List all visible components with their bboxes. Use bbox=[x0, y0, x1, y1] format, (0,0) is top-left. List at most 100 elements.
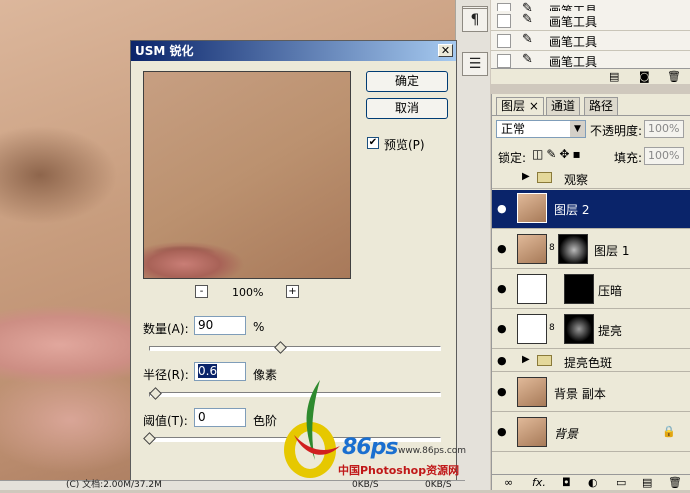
layer-name: 提亮 bbox=[598, 324, 623, 338]
eye-icon[interactable]: ● bbox=[497, 322, 507, 335]
layer-row[interactable]: ▶ 观察 bbox=[492, 167, 690, 189]
layers-toolbar: ∞ fx. ◘ ◐ ▭ ▤ 🗑 bbox=[492, 474, 690, 490]
layer-row[interactable]: ● 背景 副本 bbox=[492, 373, 690, 412]
fill-label: 填充: bbox=[614, 151, 643, 165]
tab-channels[interactable]: 通道 bbox=[546, 97, 581, 115]
new-group-icon[interactable]: ▭ bbox=[616, 476, 626, 489]
radius-unit: 像素 bbox=[253, 368, 278, 382]
opacity-input[interactable]: 100% bbox=[644, 120, 684, 138]
folder-icon bbox=[537, 172, 552, 183]
history-checkbox[interactable] bbox=[497, 54, 511, 68]
threshold-slider-thumb[interactable] bbox=[143, 432, 156, 445]
layer-row[interactable]: ● 压暗 bbox=[492, 270, 690, 309]
trash-icon[interactable]: 🗑 bbox=[668, 476, 682, 489]
status-text: (C) 文档:2.00M/37.2M bbox=[66, 480, 162, 490]
layer-thumbnail bbox=[517, 377, 547, 407]
history-toolbar: ▤ ◙ 🗑 bbox=[491, 68, 690, 84]
zoom-in-button[interactable]: + bbox=[286, 285, 299, 298]
layer-row-selected[interactable]: ● 图层 2 bbox=[492, 190, 690, 229]
brush-icon: ✎ bbox=[522, 32, 533, 47]
eye-icon[interactable]: ● bbox=[497, 425, 507, 438]
fx-icon[interactable]: fx. bbox=[532, 476, 546, 489]
link-icon: 8 bbox=[549, 323, 555, 333]
divider bbox=[492, 115, 690, 116]
layer-mask-thumbnail[interactable] bbox=[558, 234, 588, 264]
lock-label: 锁定: bbox=[498, 151, 527, 165]
eye-icon[interactable]: ● bbox=[497, 354, 507, 367]
expand-triangle-icon[interactable]: ▶ bbox=[522, 171, 530, 182]
link-icon: 8 bbox=[549, 243, 555, 253]
watermark-text: 中国Photoshop资源网 bbox=[338, 464, 460, 477]
threshold-unit: 色阶 bbox=[253, 414, 278, 428]
tab-layers[interactable]: 图层 × bbox=[496, 97, 544, 115]
layer-thumbnail bbox=[517, 193, 547, 223]
layer-row[interactable]: ● ▶ 提亮色斑 bbox=[492, 350, 690, 372]
history-item[interactable]: ✎ 画笔工具 bbox=[491, 11, 690, 31]
history-item[interactable]: ✎ 画笔工具 bbox=[491, 31, 690, 51]
threshold-label: 阈值(T): bbox=[143, 414, 188, 428]
lock-icons[interactable]: ◫✎✥▪ bbox=[532, 147, 584, 161]
radius-input[interactable]: 0.6 bbox=[194, 362, 246, 381]
eye-icon[interactable]: ● bbox=[497, 202, 507, 215]
layer-row[interactable]: ● 8 提亮 bbox=[492, 310, 690, 349]
adjustment-icon[interactable]: ◐ bbox=[588, 476, 598, 489]
radius-slider-thumb[interactable] bbox=[148, 387, 162, 400]
threshold-input[interactable]: 0 bbox=[194, 408, 246, 427]
amount-input[interactable]: 90 bbox=[194, 316, 246, 335]
preview-label: 预览(P) bbox=[384, 138, 425, 152]
zoom-out-button[interactable]: - bbox=[195, 285, 208, 298]
close-icon: ✕ bbox=[440, 44, 451, 57]
cancel-button[interactable]: 取消 bbox=[366, 98, 448, 119]
layer-name: 图层 1 bbox=[594, 244, 630, 258]
chevron-down-icon[interactable]: ▼ bbox=[570, 121, 585, 137]
eye-icon[interactable]: ● bbox=[497, 282, 507, 295]
watermark-url: www.86ps.com bbox=[398, 446, 467, 456]
layer-mask-thumbnail[interactable] bbox=[564, 314, 594, 344]
history-item-label: 画笔工具 bbox=[549, 15, 598, 29]
blend-mode-select[interactable]: 正常 ▼ bbox=[496, 120, 586, 138]
speed-readout: 0KB/S bbox=[352, 480, 379, 490]
ok-button[interactable]: 确定 bbox=[366, 71, 448, 92]
watermark-logo: 86ps www.86ps.com 中国Photoshop资源网 bbox=[280, 380, 466, 490]
brush-icon: ✎ bbox=[522, 12, 533, 27]
layer-row[interactable]: ● 8 图层 1 bbox=[492, 230, 690, 269]
amount-slider-track[interactable] bbox=[149, 346, 441, 351]
close-icon[interactable]: × bbox=[529, 99, 539, 113]
trash-icon[interactable]: 🗑 bbox=[667, 70, 681, 83]
eye-icon[interactable]: ● bbox=[497, 385, 507, 398]
amount-slider-thumb[interactable] bbox=[274, 341, 288, 354]
brush-icon: ✎ bbox=[522, 52, 533, 67]
layer-row[interactable]: ● 背景 🔒 bbox=[492, 413, 690, 452]
mask-icon[interactable]: ◘ bbox=[562, 476, 571, 489]
eye-icon[interactable]: ● bbox=[497, 242, 507, 255]
amount-unit: % bbox=[253, 320, 265, 334]
expand-triangle-icon[interactable]: ▶ bbox=[522, 354, 530, 365]
list-icon: ☰ bbox=[468, 56, 482, 72]
link-layers-icon[interactable]: ∞ bbox=[504, 476, 513, 489]
new-document-icon[interactable]: ▤ bbox=[609, 70, 619, 83]
paragraph-panel-icon[interactable]: ☰ bbox=[462, 52, 488, 76]
zoom-level: 100% bbox=[232, 286, 264, 299]
dialog-title: USM 锐化 bbox=[135, 44, 194, 58]
tab-paths[interactable]: 路径 bbox=[584, 97, 619, 115]
character-panel-icon[interactable]: ¶ bbox=[462, 8, 488, 32]
lock-icon: 🔒 bbox=[662, 425, 676, 438]
folder-icon bbox=[537, 355, 552, 366]
preview-checkbox[interactable]: ✔ bbox=[367, 137, 379, 149]
history-item-label: 画笔工具 bbox=[549, 35, 598, 49]
layer-name: 提亮色斑 bbox=[564, 356, 613, 370]
dialog-titlebar[interactable]: USM 锐化 ✕ bbox=[131, 41, 456, 61]
amount-label: 数量(A): bbox=[143, 322, 189, 336]
history-checkbox[interactable] bbox=[497, 34, 511, 48]
preview-window[interactable] bbox=[143, 71, 351, 279]
layer-mask-thumbnail[interactable] bbox=[564, 274, 594, 304]
layer-thumbnail bbox=[517, 417, 547, 447]
snapshot-icon[interactable]: ◙ bbox=[639, 70, 650, 83]
new-layer-icon[interactable]: ▤ bbox=[642, 476, 652, 489]
close-button[interactable]: ✕ bbox=[438, 44, 453, 57]
fill-input[interactable]: 100% bbox=[644, 147, 684, 165]
curves-adjustment-icon bbox=[517, 314, 547, 344]
layers-panel: 图层 × 通道 路径 正常 ▼ 不透明度: 100% 锁定: ◫✎✥▪ 填充: 1… bbox=[491, 94, 690, 490]
history-checkbox[interactable] bbox=[497, 14, 511, 28]
speed-readout: 0KB/S bbox=[425, 480, 452, 490]
